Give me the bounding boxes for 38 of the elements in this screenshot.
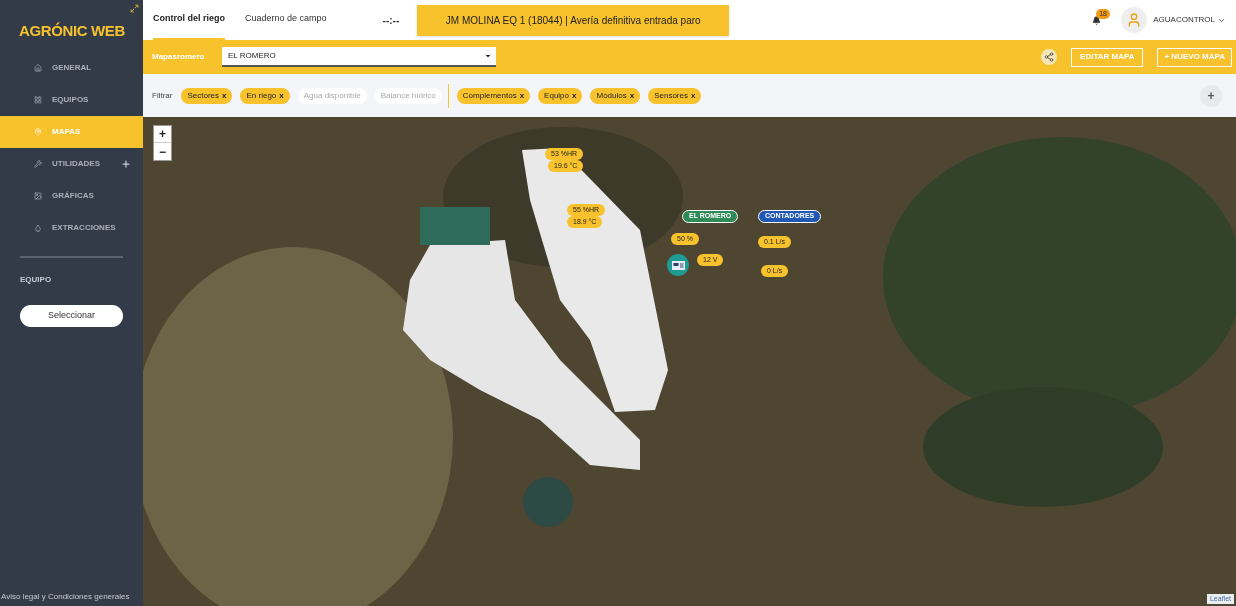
share-icon — [1044, 52, 1055, 62]
expand-icon[interactable] — [121, 158, 131, 169]
caret-icon — [484, 52, 492, 60]
nav-item[interactable]: UTILIDADES — [0, 147, 143, 180]
filter-label: Filtrar — [152, 89, 173, 102]
drop-icon — [34, 223, 42, 232]
legal-link[interactable]: Aviso legal y Condiciones generales — [1, 591, 143, 603]
add-filter-button[interactable]: + — [1200, 84, 1222, 107]
zoom-out-button[interactable]: − — [154, 143, 171, 160]
nav-item[interactable]: GENERAL — [0, 51, 143, 84]
map-select[interactable]: EL ROMERO — [222, 47, 496, 67]
user-menu[interactable]: AGUACONTROL — [1153, 14, 1226, 26]
grid-icon — [34, 95, 42, 104]
share-button[interactable] — [1041, 49, 1058, 65]
pin-icon — [34, 127, 42, 136]
filter-chip[interactable]: Complementos x — [456, 87, 531, 104]
bell-icon[interactable] — [1092, 15, 1102, 25]
filter-chip[interactable]: Equipo x — [538, 87, 583, 104]
select-button[interactable]: Seleccionar — [20, 304, 123, 327]
zoom-in-button[interactable]: + — [154, 126, 171, 143]
image-icon — [34, 191, 42, 200]
device-icon — [671, 260, 685, 270]
home-icon — [34, 63, 42, 72]
wrench-icon — [34, 159, 42, 168]
filter-chip[interactable]: Sectores x — [181, 87, 233, 104]
fullscreen-icon[interactable] — [130, 4, 139, 13]
app-logo: AGRÓNIC WEB — [19, 21, 126, 41]
nav-item[interactable]: EXTRACCIONES — [0, 211, 143, 244]
alert-banner[interactable]: JM MOLINA EQ 1 (18044) | Avería definitiva entrada paro — [417, 4, 730, 36]
nav-item[interactable]: EQUIPOS — [0, 83, 143, 116]
section-label: EQUIPO — [20, 273, 53, 286]
nav-item[interactable]: GRÁFICAS — [0, 179, 143, 212]
tab[interactable]: Cuaderno de campo — [245, 0, 327, 40]
filter-chip[interactable]: En riego x — [240, 87, 290, 104]
filter-chip[interactable]: Sensores x — [648, 87, 702, 104]
map-bar-label: Mapasromero — [152, 51, 206, 63]
filter-chip[interactable]: Módulos x — [590, 87, 641, 104]
clock-text: --:-- — [382, 13, 400, 28]
